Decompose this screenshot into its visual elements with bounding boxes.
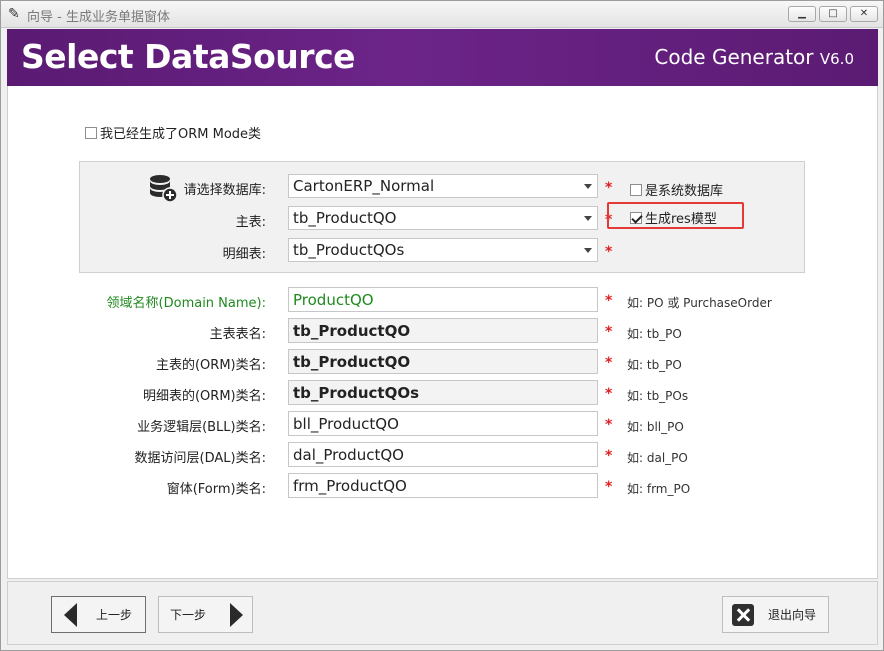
field-input[interactable]: ProductQO <box>288 287 598 312</box>
system-db-checkbox[interactable]: 是系统数据库 <box>630 180 723 199</box>
field-label: 领域名称(Domain Name): <box>106 296 266 311</box>
brand-name: Code Generator <box>654 45 814 69</box>
maximize-icon: □ <box>828 8 838 19</box>
database-add-icon <box>150 175 178 203</box>
required-mark: * <box>605 324 613 340</box>
exit-button[interactable]: 退出向导 <box>722 596 829 633</box>
title-bar[interactable]: ✎ 向导 - 生成业务单据窗体 ▁ □ ✕ <box>1 1 883 28</box>
field-hint: 如: bll_PO <box>627 420 684 434</box>
field-label: 明细表的(ORM)类名: <box>142 389 266 404</box>
prev-button[interactable]: 上一步 <box>51 596 146 633</box>
banner-brand: Code Generator V6.0 <box>654 45 854 69</box>
brand-version: V6.0 <box>819 50 854 68</box>
field-label: 窗体(Form)类名: <box>166 482 266 497</box>
close-box-icon <box>732 603 754 626</box>
main-table-select[interactable]: tb_ProductQO <box>288 206 598 230</box>
field-input[interactable]: tb_ProductQOs <box>288 380 598 405</box>
field-hint: 如: PO 或 PurchaseOrder <box>627 296 772 310</box>
minimize-icon: ▁ <box>798 8 806 19</box>
highlight-box <box>607 202 744 229</box>
main-table-label: 主表: <box>235 215 266 230</box>
prev-button-label: 上一步 <box>96 608 133 622</box>
required-mark: * <box>605 386 613 402</box>
next-button[interactable]: 下一步 <box>158 596 253 633</box>
banner-title: Select DataSource <box>21 37 356 76</box>
database-select-value: CartonERP_Normal <box>293 177 435 195</box>
chevron-down-icon[interactable] <box>584 216 592 221</box>
orm-generated-checkbox[interactable]: 我已经生成了ORM Mode类 <box>85 123 261 142</box>
field-input[interactable]: frm_ProductQO <box>288 473 598 498</box>
close-button[interactable]: ✕ <box>850 6 878 22</box>
footer-bar: 上一步 下一步 退出向导 <box>7 581 878 645</box>
field-input[interactable]: tb_ProductQO <box>288 349 598 374</box>
required-mark: * <box>605 355 613 371</box>
orm-generated-label: 我已经生成了ORM Mode类 <box>100 127 262 142</box>
wizard-window: ✎ 向导 - 生成业务单据窗体 ▁ □ ✕ Select DataSource … <box>0 0 884 651</box>
system-db-check[interactable] <box>630 183 642 196</box>
exit-button-label: 退出向导 <box>768 608 817 622</box>
arrow-left-icon <box>64 602 77 627</box>
database-label: 请选择数据库: <box>183 183 266 198</box>
chevron-down-icon[interactable] <box>584 248 592 253</box>
system-db-label: 是系统数据库 <box>645 184 724 199</box>
maximize-button[interactable]: □ <box>819 6 847 22</box>
close-icon: ✕ <box>859 8 869 19</box>
window-title: 向导 - 生成业务单据窗体 <box>27 10 170 25</box>
required-mark: * <box>605 479 613 495</box>
field-input[interactable]: tb_ProductQO <box>288 318 598 343</box>
required-mark: * <box>605 448 613 464</box>
field-input[interactable]: bll_ProductQO <box>288 411 598 436</box>
orm-generated-check[interactable] <box>85 126 97 139</box>
chevron-down-icon[interactable] <box>584 184 592 189</box>
main-table-select-value: tb_ProductQO <box>293 209 397 227</box>
required-mark: * <box>605 244 613 260</box>
header-banner: Select DataSource Code Generator V6.0 <box>7 29 878 86</box>
field-input[interactable]: dal_ProductQO <box>288 442 598 467</box>
detail-table-select[interactable]: tb_ProductQOs <box>288 238 598 262</box>
next-button-label: 下一步 <box>170 608 207 622</box>
field-hint: 如: dal_PO <box>627 451 688 465</box>
required-mark: * <box>605 180 613 196</box>
required-mark: * <box>605 293 613 309</box>
wand-icon: ✎ <box>8 6 20 22</box>
field-hint: 如: tb_PO <box>627 358 682 372</box>
field-label: 数据访问层(DAL)类名: <box>134 451 266 466</box>
field-label: 主表表名: <box>209 327 266 342</box>
detail-table-select-value: tb_ProductQOs <box>293 241 405 259</box>
arrow-right-icon <box>230 602 244 627</box>
field-hint: 如: tb_POs <box>627 389 689 403</box>
field-label: 业务逻辑层(BLL)类名: <box>137 420 266 435</box>
detail-table-label: 明细表: <box>222 247 266 262</box>
field-hint: 如: tb_PO <box>627 327 682 341</box>
required-mark: * <box>605 417 613 433</box>
database-select[interactable]: CartonERP_Normal <box>288 174 598 198</box>
field-label: 主表的(ORM)类名: <box>155 358 266 373</box>
minimize-button[interactable]: ▁ <box>788 6 816 22</box>
field-hint: 如: frm_PO <box>627 482 691 496</box>
main-content: 我已经生成了ORM Mode类 请选择数据库: CartonERP_Normal… <box>7 86 878 579</box>
